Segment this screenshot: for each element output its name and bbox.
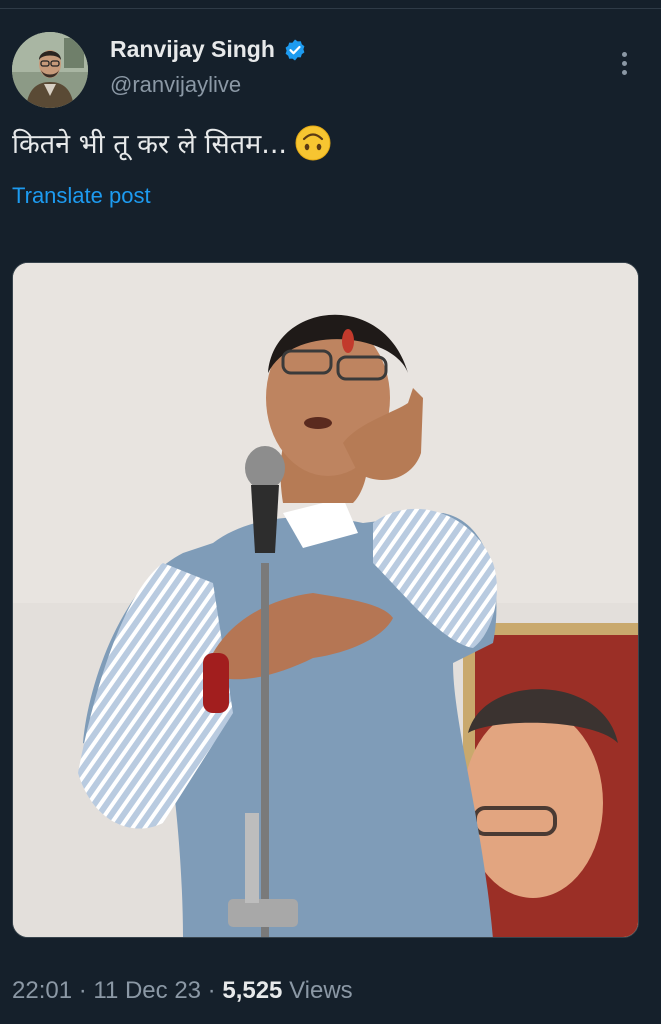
dot [621,69,627,75]
author-name-row[interactable]: Ranvijay Singh [110,36,307,63]
separator: · [201,977,223,1004]
post-meta: 22:01 · 11 Dec 23 · 5,525 Views [12,977,353,1005]
separator: · [72,977,94,1004]
post-text-row: कितने भी तू कर ले सितम... [12,124,331,161]
upside-down-face-emoji-icon [295,125,331,160]
author-handle[interactable]: @ranvijaylive [110,72,241,98]
dot [621,60,627,66]
avatar[interactable] [12,32,88,108]
views-label[interactable]: Views [282,977,353,1004]
views-count[interactable]: 5,525 [222,977,282,1004]
dot [621,51,627,57]
author-name[interactable]: Ranvijay Singh [110,36,275,63]
post-time: 22:01 [12,977,73,1004]
post-media-photo[interactable] [12,262,639,938]
verified-badge-icon [285,39,305,60]
avatar-image [12,32,88,108]
more-options-icon[interactable] [606,48,642,78]
divider [0,8,661,9]
post-date: 11 Dec 23 [93,977,202,1004]
post-text: कितने भी तू कर ले सितम... [12,129,287,160]
translate-post-link[interactable]: Translate post [12,183,151,209]
photo-image [13,263,638,937]
